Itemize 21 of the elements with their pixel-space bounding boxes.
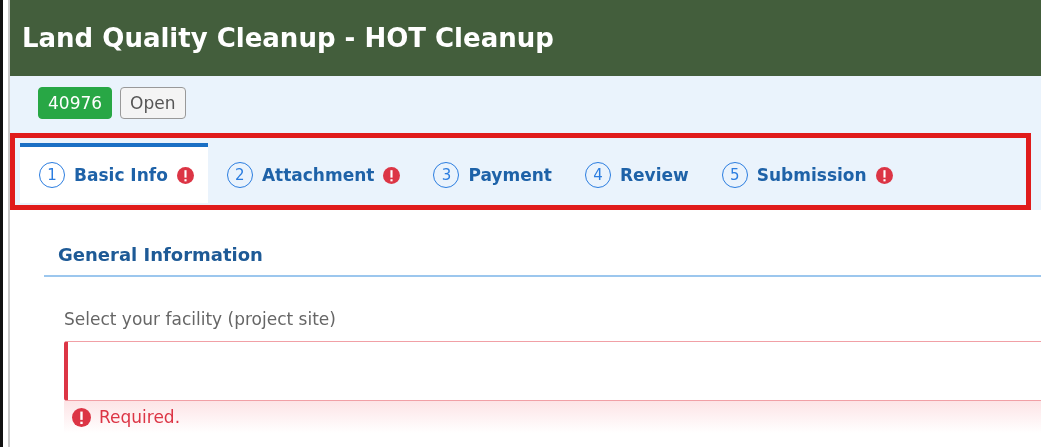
error-text: Required. xyxy=(99,407,181,427)
step-tab[interactable]: 2 Attachment xyxy=(207,143,415,203)
section-title: General Information xyxy=(58,244,264,265)
facility-select[interactable] xyxy=(64,341,1041,401)
tab-label: Submission xyxy=(756,165,867,185)
step-tab[interactable]: 1 Basic Info xyxy=(20,143,208,203)
tab-label: Attachment xyxy=(261,165,375,185)
error-icon xyxy=(72,407,91,427)
record-id: 40976 xyxy=(38,87,113,119)
error-icon xyxy=(875,166,893,184)
step-tab[interactable]: 3 Payment xyxy=(414,143,566,203)
tab-label: Basic Info xyxy=(74,165,168,185)
error-icon xyxy=(176,166,194,184)
tab-label: Payment xyxy=(468,165,552,185)
field-label: Select your facility (project site) xyxy=(64,309,337,329)
status-label: Open xyxy=(120,87,186,119)
error-icon xyxy=(383,166,401,184)
tab-label: Review xyxy=(619,165,689,185)
step-tab[interactable]: 4 Review xyxy=(565,143,703,203)
step-tab[interactable]: 5 Submission xyxy=(702,143,907,203)
page-title: Land Quality Cleanup - HOT Cleanup xyxy=(22,23,554,53)
